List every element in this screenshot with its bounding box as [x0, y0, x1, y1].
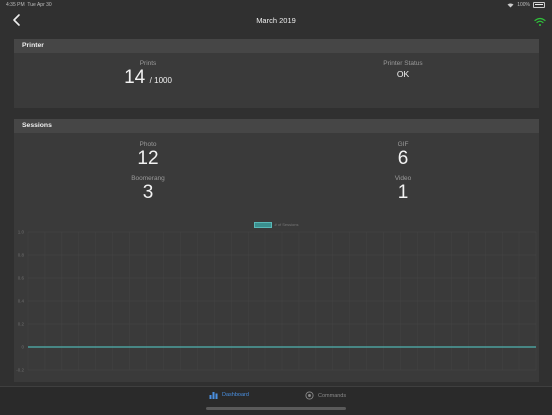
wifi-icon[interactable]: [534, 14, 546, 26]
y-tick-label: 0.8: [18, 253, 25, 258]
printer-status-label: Printer Status: [383, 60, 423, 67]
bar-chart-icon: [209, 392, 218, 399]
prints-value: 14: [124, 67, 146, 88]
tab-dashboard[interactable]: Dashboard: [209, 391, 249, 399]
wifi-status-icon: [507, 3, 514, 7]
status-time-date: 4:35 PM Tue Apr 30: [6, 2, 52, 8]
video-value: 1: [397, 182, 409, 203]
video-label: Video: [394, 175, 412, 182]
home-indicator: [206, 407, 346, 410]
battery-percent: 100%: [517, 2, 530, 8]
printer-status-stat: Printer Status OK: [303, 60, 503, 79]
status-bar: 4:35 PM Tue Apr 30 100%: [0, 0, 552, 10]
sessions-card: Sessions Photo 12 GIF 6 Boomerang 3 Vide…: [14, 119, 539, 218]
page-title: March 2019: [256, 16, 296, 25]
tab-bar: Dashboard Commands: [0, 386, 552, 415]
y-tick-label: 1.0: [18, 230, 25, 235]
gif-value: 6: [397, 148, 409, 169]
printer-card: Printer Prints 14 / 1000 Printer Status …: [14, 39, 539, 108]
y-tick-label: -0.2: [16, 368, 24, 373]
printer-status-value: OK: [396, 69, 410, 79]
prints-value-row: 14 / 1000: [48, 67, 248, 89]
gif-label: GIF: [397, 141, 409, 148]
status-right: 100%: [507, 2, 545, 8]
wifi-signal-icon: [534, 17, 546, 26]
gif-stat: GIF 6: [303, 141, 503, 169]
photo-stat: Photo 12: [48, 141, 248, 169]
y-tick-label: 0.2: [18, 322, 25, 327]
boomerang-label: Boomerang: [131, 175, 165, 182]
y-tick-label: 0: [21, 345, 24, 350]
nav-bar: March 2019: [0, 10, 552, 32]
prints-label: Prints: [139, 60, 157, 67]
printer-header: Printer: [14, 39, 539, 53]
tab-commands-label: Commands: [318, 392, 347, 399]
prints-stat: Prints 14 / 1000: [48, 60, 248, 89]
status-time: 4:35 PM: [6, 2, 25, 8]
tab-dashboard-label: Dashboard: [222, 392, 249, 398]
chart-plot: 1.0 0.8 0.6 0.4 0.2 0 -0.2: [16, 230, 537, 373]
sessions-header: Sessions: [14, 119, 539, 133]
y-tick-label: 0.4: [18, 299, 25, 304]
boomerang-stat: Boomerang 3: [48, 175, 248, 203]
boomerang-value: 3: [142, 182, 154, 203]
battery-icon: [533, 2, 545, 8]
commands-icon: [305, 391, 314, 400]
photo-value: 12: [137, 148, 159, 169]
status-date: Tue Apr 30: [27, 2, 52, 8]
tab-commands[interactable]: Commands: [305, 391, 346, 400]
sessions-chart: # of Sessions 1.0 0.8 0.6 0.4 0.2 0 -0.2: [14, 218, 539, 382]
prints-total: / 1000: [149, 76, 172, 85]
y-tick-label: 0.6: [18, 276, 25, 281]
photo-label: Photo: [139, 141, 157, 148]
video-stat: Video 1: [303, 175, 503, 203]
